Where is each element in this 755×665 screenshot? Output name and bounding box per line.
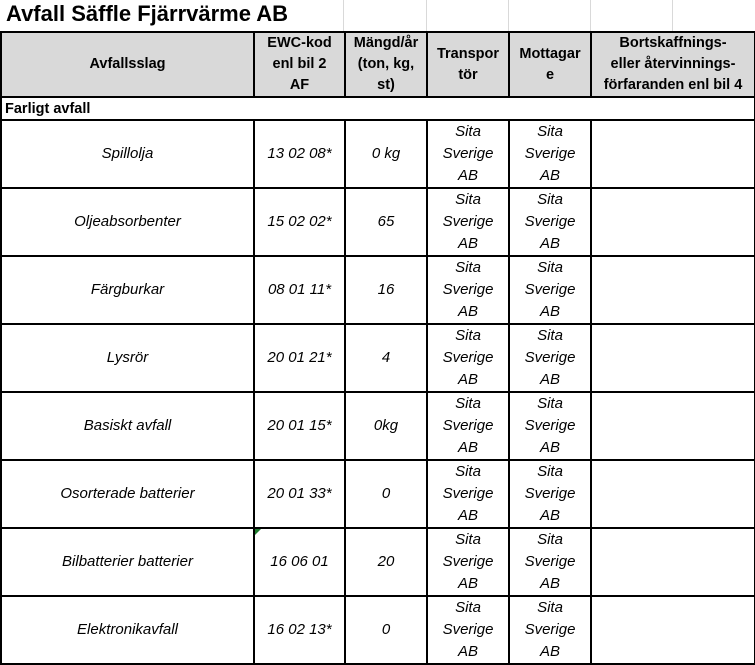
cell-mottagare[interactable]: Sita Sverige AB: [508, 459, 592, 529]
cell-transportor[interactable]: Sita Sverige AB: [426, 595, 510, 665]
header-avfallsslag[interactable]: Avfallsslag: [0, 31, 255, 98]
cell-forfarande[interactable]: [590, 119, 755, 189]
gridline: [426, 0, 427, 31]
gridline: [508, 0, 509, 31]
cell-mangd[interactable]: 0kg: [344, 391, 428, 461]
cell-forfarande[interactable]: [590, 459, 755, 529]
table-row: Osorterade batterier 20 01 33* 0 Sita Sverig…: [0, 459, 755, 529]
cell-mangd[interactable]: 20: [344, 527, 428, 597]
cell-mottagare[interactable]: Sita Sverige AB: [508, 391, 592, 461]
table-row: Färgburkar 08 01 11* 16 Sita Sverige AB Sita Sv…: [0, 255, 755, 325]
cell-mottagare[interactable]: Sita Sverige AB: [508, 595, 592, 665]
cell-mottagare[interactable]: Sita Sverige AB: [508, 255, 592, 325]
cell-forfarande[interactable]: [590, 187, 755, 257]
error-indicator-icon: [255, 529, 261, 535]
section-row: Farligt avfall: [0, 96, 755, 121]
cell-avfallsslag[interactable]: Spillolja: [0, 119, 255, 189]
header-mangd[interactable]: Mängd/år (ton, kg, st): [344, 31, 428, 98]
cell-forfarande[interactable]: [590, 323, 755, 393]
table-row: Spillolja 13 02 08* 0 kg Sita Sverige AB Sita S…: [0, 119, 755, 189]
cell-mangd[interactable]: 4: [344, 323, 428, 393]
cell-avfallsslag[interactable]: Färgburkar: [0, 255, 255, 325]
header-mottagare[interactable]: Mottagar e: [508, 31, 592, 98]
title-row: Avfall Säffle Fjärrvärme AB: [0, 0, 755, 31]
header-transportor[interactable]: Transpor tör: [426, 31, 510, 98]
cell-mottagare[interactable]: Sita Sverige AB: [508, 119, 592, 189]
cell-transportor[interactable]: Sita Sverige AB: [426, 391, 510, 461]
cell-mottagare[interactable]: Sita Sverige AB: [508, 527, 592, 597]
sheet-title[interactable]: Avfall Säffle Fjärrvärme AB: [6, 1, 288, 27]
gridline: [590, 0, 591, 31]
cell-mottagare[interactable]: Sita Sverige AB: [508, 323, 592, 393]
cell-forfarande[interactable]: [590, 391, 755, 461]
cell-avfallsslag[interactable]: Lysrör: [0, 323, 255, 393]
cell-transportor[interactable]: Sita Sverige AB: [426, 119, 510, 189]
gridline: [343, 0, 344, 31]
table-row: Lysrör 20 01 21* 4 Sita Sverige AB Sita Sverige…: [0, 323, 755, 393]
cell-avfallsslag[interactable]: Osorterade batterier: [0, 459, 255, 529]
waste-table: Avfallsslag EWC-kod enl bil 2 AF Mängd/år(…: [0, 31, 755, 665]
cell-ewc[interactable]: 08 01 11*: [253, 255, 346, 325]
cell-ewc[interactable]: 20 01 15*: [253, 391, 346, 461]
cell-forfarande[interactable]: [590, 595, 755, 665]
table-row: Bilbatterier batterier 16 06 01 20 Sita Sver…: [0, 527, 755, 597]
section-label[interactable]: Farligt avfall: [0, 96, 755, 121]
table-row: Oljeabsorbenter 15 02 02* 65 Sita Sverige AB S…: [0, 187, 755, 257]
cell-transportor[interactable]: Sita Sverige AB: [426, 459, 510, 529]
cell-mottagare[interactable]: Sita Sverige AB: [508, 187, 592, 257]
cell-mangd[interactable]: 0: [344, 595, 428, 665]
cell-mangd[interactable]: 0: [344, 459, 428, 529]
cell-transportor[interactable]: Sita Sverige AB: [426, 527, 510, 597]
cell-avfallsslag[interactable]: Basiskt avfall: [0, 391, 255, 461]
table-row: Basiskt avfall 20 01 15* 0kg Sita Sverige AB S…: [0, 391, 755, 461]
cell-forfarande[interactable]: [590, 527, 755, 597]
cell-ewc[interactable]: 16 06 01: [253, 527, 346, 597]
cell-avfallsslag[interactable]: Elektronikavfall: [0, 595, 255, 665]
cell-mangd[interactable]: 16: [344, 255, 428, 325]
cell-mangd[interactable]: 0 kg: [344, 119, 428, 189]
cell-ewc[interactable]: 20 01 33*: [253, 459, 346, 529]
cell-transportor[interactable]: Sita Sverige AB: [426, 255, 510, 325]
table-row: Elektronikavfall 16 02 13* 0 Sita Sverige AB S…: [0, 595, 755, 665]
header-forfarande[interactable]: Bortskaffnings-eller återvinnings-förfar…: [590, 31, 755, 98]
cell-mangd[interactable]: 65: [344, 187, 428, 257]
cell-ewc[interactable]: 15 02 02*: [253, 187, 346, 257]
cell-transportor[interactable]: Sita Sverige AB: [426, 323, 510, 393]
cell-avfallsslag[interactable]: Oljeabsorbenter: [0, 187, 255, 257]
cell-transportor[interactable]: Sita Sverige AB: [426, 187, 510, 257]
cell-ewc[interactable]: 20 01 21*: [253, 323, 346, 393]
header-row: Avfallsslag EWC-kod enl bil 2 AF Mängd/år(…: [0, 31, 755, 98]
cell-ewc[interactable]: 13 02 08*: [253, 119, 346, 189]
gridline: [672, 0, 673, 31]
cell-forfarande[interactable]: [590, 255, 755, 325]
cell-avfallsslag[interactable]: Bilbatterier batterier: [0, 527, 255, 597]
header-ewc[interactable]: EWC-kod enl bil 2 AF: [253, 31, 346, 98]
cell-ewc[interactable]: 16 02 13*: [253, 595, 346, 665]
